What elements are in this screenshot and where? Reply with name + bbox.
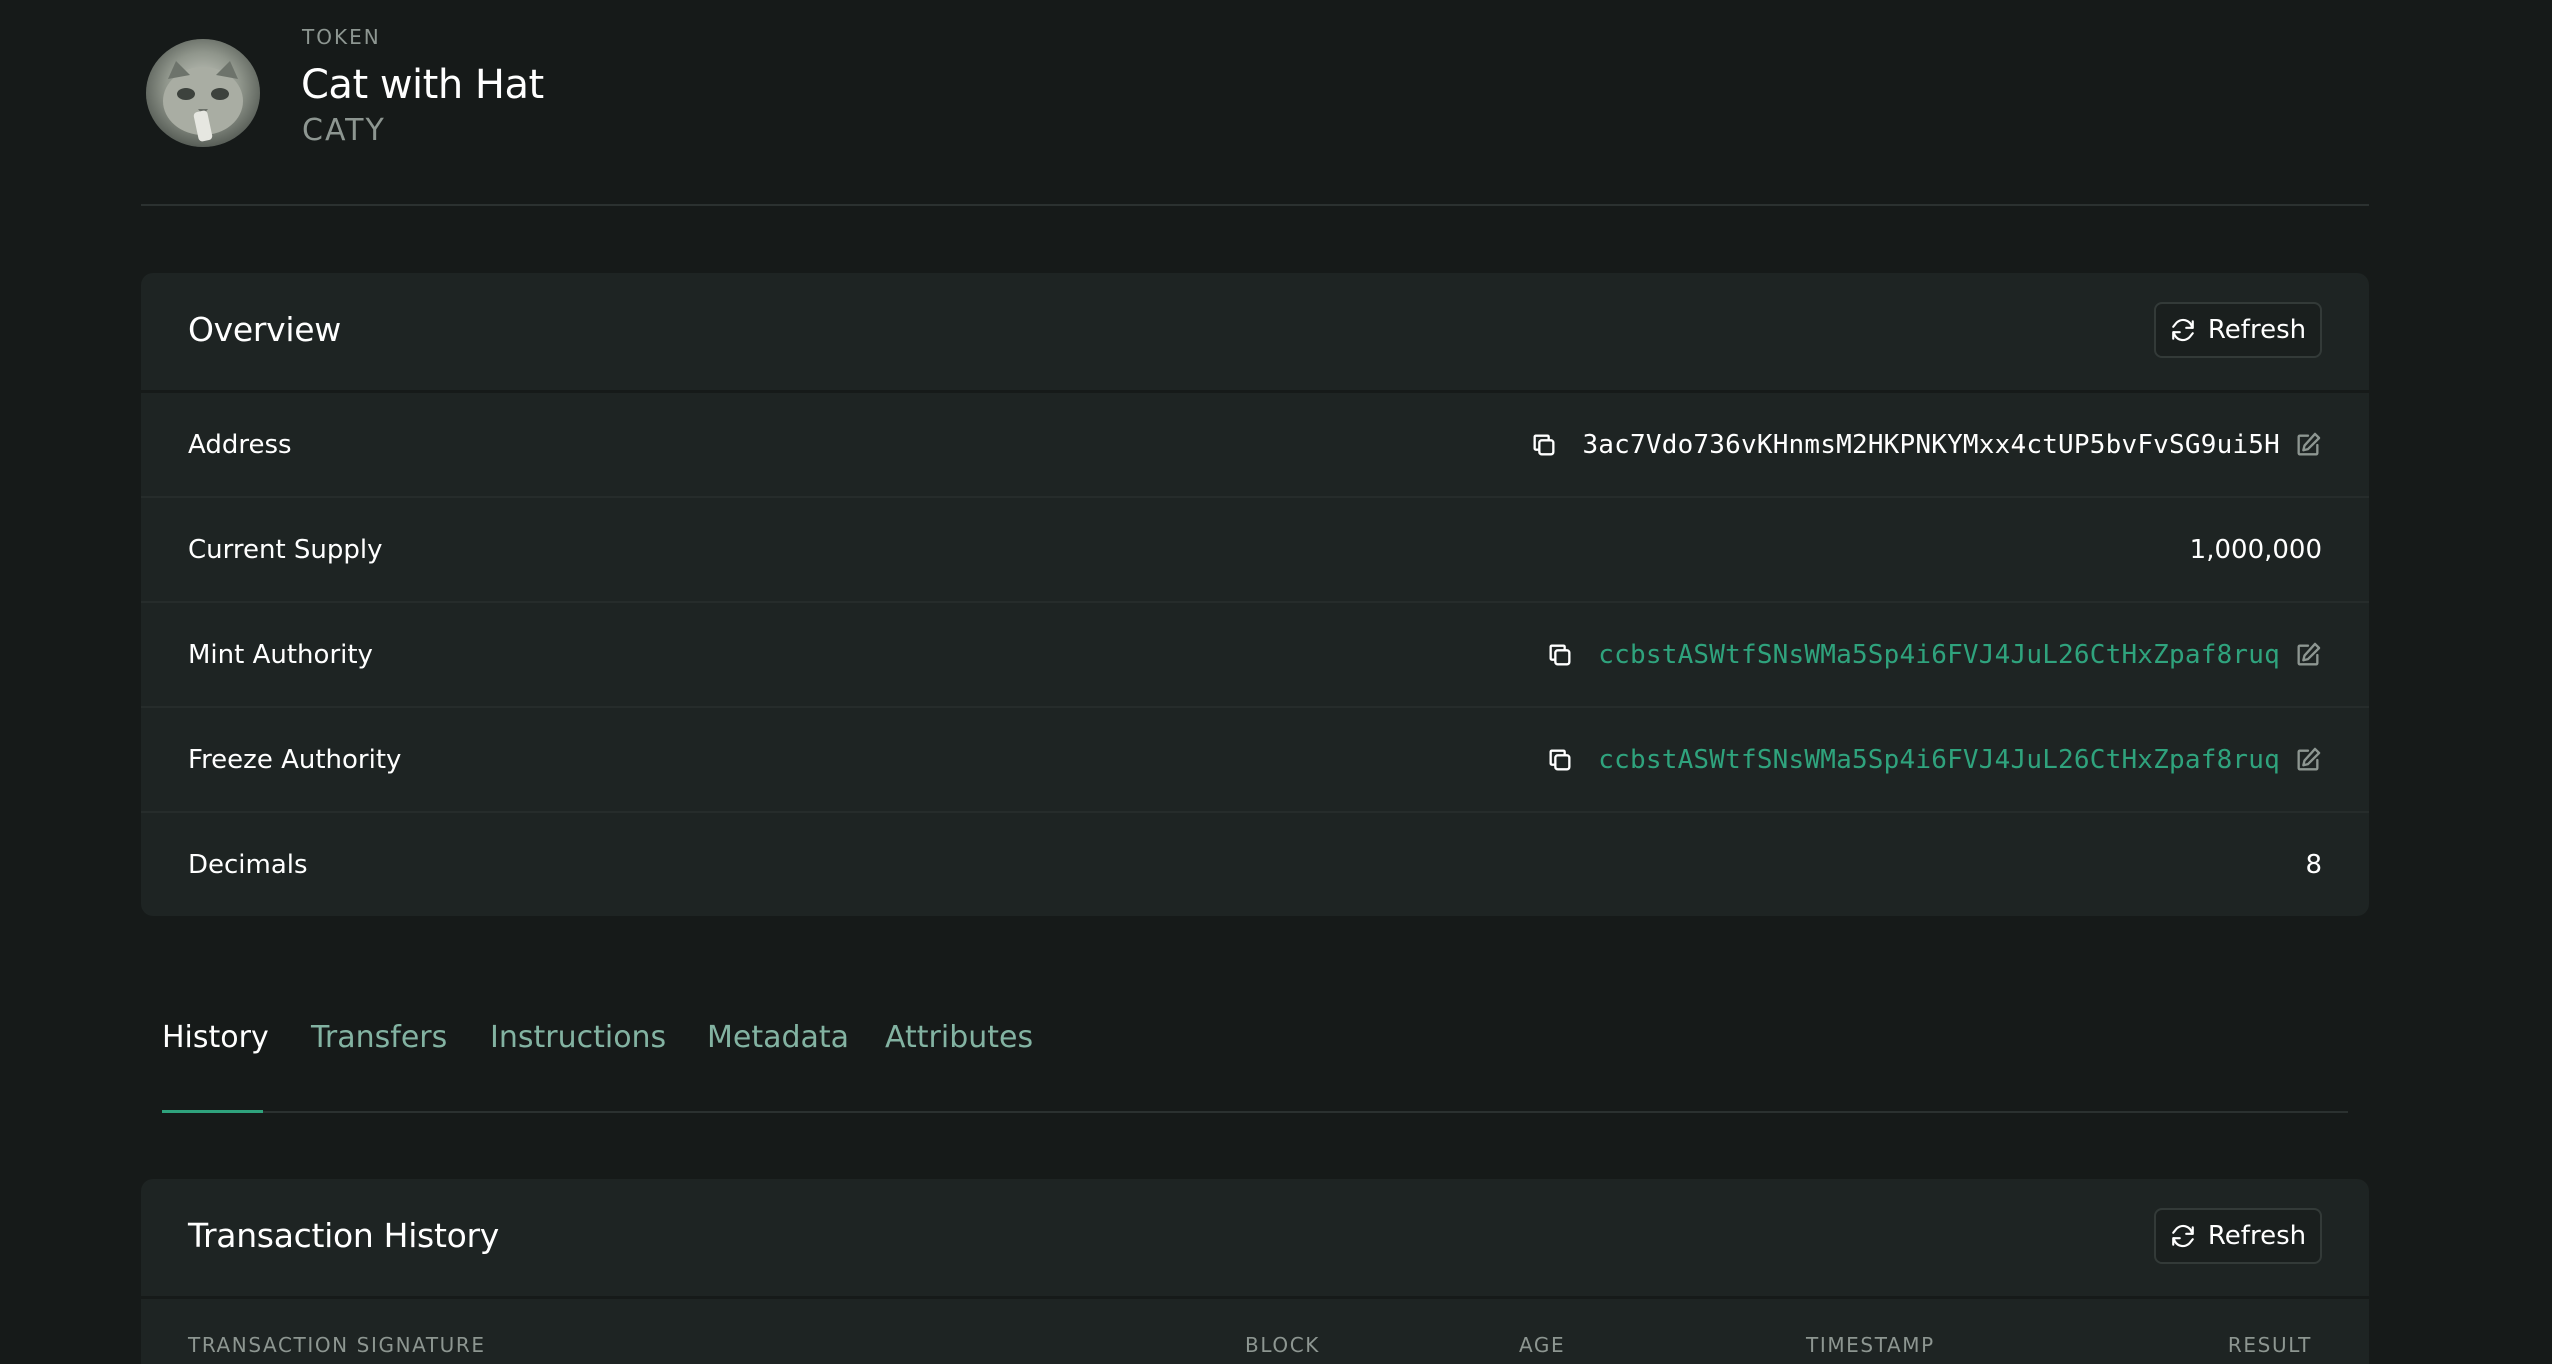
copy-freeze-authority-button[interactable] xyxy=(1546,746,1574,774)
overview-row-mint-authority: Mint Authority ccbstASWtfSNsWMa5Sp4i6FVJ… xyxy=(141,603,2369,708)
tab-attributes[interactable]: Attributes xyxy=(885,1020,1033,1055)
overview-row-address: Address 3ac7Vdo736vKHnmsM2HKPNKYMxx4ctUP… xyxy=(141,393,2369,498)
copy-icon xyxy=(1549,644,1571,665)
column-header-result: RESULT xyxy=(2227,1333,2312,1357)
address-label: Address xyxy=(188,429,292,460)
column-header-transaction-signature: TRANSACTION SIGNATURE xyxy=(188,1333,486,1357)
token-name: Cat with Hat xyxy=(301,62,544,108)
copy-address-button[interactable] xyxy=(1530,431,1558,459)
copy-mint-authority-button[interactable] xyxy=(1546,641,1574,669)
edit-icon[interactable] xyxy=(2294,431,2322,459)
decimals-value-group: 8 xyxy=(2305,850,2322,880)
overview-row-freeze-authority: Freeze Authority ccbstASWtfSNsWMa5Sp4i6F… xyxy=(141,708,2369,813)
tab-metadata[interactable]: Metadata xyxy=(707,1020,849,1055)
current-supply-value: 1,000,000 xyxy=(2189,534,2322,565)
freeze-authority-link[interactable]: ccbstASWtfSNsWMa5Sp4i6FVJ4JuL26CtHxZpaf8… xyxy=(1598,745,2280,775)
token-symbol: CATY xyxy=(302,113,386,148)
column-header-age: AGE xyxy=(1519,1333,1566,1357)
overview-row-current-supply: Current Supply 1,000,000 xyxy=(141,498,2369,603)
cat-image-icon xyxy=(146,39,260,147)
edit-icon[interactable] xyxy=(2294,641,2322,669)
refresh-icon xyxy=(2172,1224,2194,1248)
transaction-history-title: Transaction History xyxy=(188,1216,499,1255)
content-container: TOKEN Cat with Hat CATY Overview Refresh xyxy=(141,0,2369,1364)
mint-authority-value-group: ccbstASWtfSNsWMa5Sp4i6FVJ4JuL26CtHxZpaf8… xyxy=(1546,640,2322,670)
freeze-authority-value-group: ccbstASWtfSNsWMa5Sp4i6FVJ4JuL26CtHxZpaf8… xyxy=(1546,745,2322,775)
freeze-authority-label: Freeze Authority xyxy=(188,744,402,775)
column-header-block: BLOCK xyxy=(1245,1333,1320,1357)
refresh-icon xyxy=(2172,318,2194,342)
history-refresh-button[interactable]: Refresh xyxy=(2154,1208,2322,1264)
overview-title: Overview xyxy=(188,310,341,349)
overview-row-decimals: Decimals 8 xyxy=(141,813,2369,916)
current-supply-label: Current Supply xyxy=(188,534,383,565)
token-kind-label: TOKEN xyxy=(302,25,381,49)
token-tabs: History Transfers Instructions Metadata … xyxy=(162,990,2348,1113)
token-avatar xyxy=(146,39,260,147)
tab-instructions[interactable]: Instructions xyxy=(490,1020,666,1055)
decimals-label: Decimals xyxy=(188,849,308,880)
edit-icon[interactable] xyxy=(2294,746,2322,774)
address-value-group: 3ac7Vdo736vKHnmsM2HKPNKYMxx4ctUP5bvFvSG9… xyxy=(1530,430,2322,460)
address-value: 3ac7Vdo736vKHnmsM2HKPNKYMxx4ctUP5bvFvSG9… xyxy=(1582,429,2280,460)
tab-transfers[interactable]: Transfers xyxy=(311,1020,447,1055)
mint-authority-label: Mint Authority xyxy=(188,639,373,670)
tab-history[interactable]: History xyxy=(162,1020,269,1055)
overview-refresh-button[interactable]: Refresh xyxy=(2154,302,2322,358)
overview-card: Overview Refresh Address 3ac7Vdo736vKHnm… xyxy=(141,273,2369,916)
overview-card-header: Overview Refresh xyxy=(141,273,2369,393)
copy-icon xyxy=(1549,749,1571,770)
refresh-button-label: Refresh xyxy=(2207,1221,2307,1251)
transaction-history-card: Transaction History Refresh TRANSACTION … xyxy=(141,1179,2369,1364)
current-supply-value-group: 1,000,000 xyxy=(2190,535,2322,565)
copy-icon xyxy=(1533,434,1555,455)
active-tab-indicator xyxy=(162,1110,263,1113)
column-header-timestamp: TIMESTAMP xyxy=(1806,1333,1935,1357)
token-page: TOKEN Cat with Hat CATY Overview Refresh xyxy=(0,0,2552,1364)
refresh-button-label: Refresh xyxy=(2207,315,2307,345)
decimals-value: 8 xyxy=(2305,849,2322,880)
mint-authority-link[interactable]: ccbstASWtfSNsWMa5Sp4i6FVJ4JuL26CtHxZpaf8… xyxy=(1598,640,2280,670)
token-header: TOKEN Cat with Hat CATY xyxy=(141,0,2369,206)
transaction-history-header: Transaction History Refresh xyxy=(141,1179,2369,1299)
